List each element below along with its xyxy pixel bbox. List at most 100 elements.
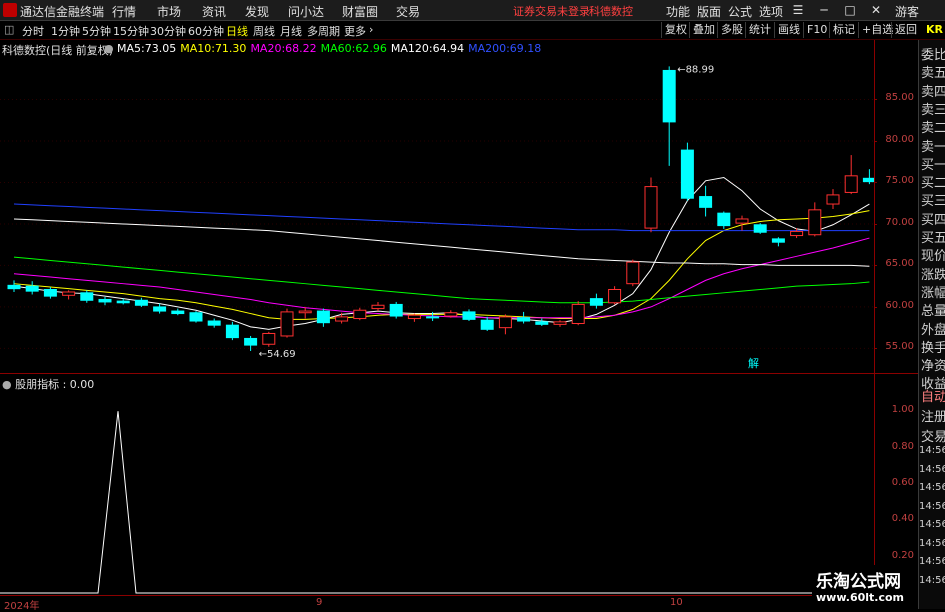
menu-item-function[interactable]: 功能 xyxy=(666,3,690,20)
candle[interactable] xyxy=(480,316,494,331)
tab-period-15min[interactable]: 15分钟 xyxy=(113,23,149,39)
candle[interactable] xyxy=(7,280,21,292)
tab-period-weekly[interactable]: 周线 xyxy=(253,23,275,39)
candle[interactable] xyxy=(371,301,385,312)
stats-button[interactable]: 统计 xyxy=(745,22,774,38)
sidebar-item[interactable]: 涨幅 xyxy=(921,282,945,301)
sidebar-item[interactable]: 总量 xyxy=(921,300,945,319)
sidebar-item[interactable]: 买二 xyxy=(921,172,945,191)
sidebar-item[interactable]: 交易 xyxy=(921,426,945,445)
tab-period-intraday[interactable]: 分时 xyxy=(22,23,44,39)
menu-item-trade[interactable]: 交易 xyxy=(396,3,420,20)
menu-item-layout[interactable]: 版面 xyxy=(697,3,721,20)
candle[interactable] xyxy=(244,335,258,351)
candle[interactable] xyxy=(608,286,622,305)
candle[interactable] xyxy=(225,321,239,341)
candle[interactable] xyxy=(680,142,694,201)
minimize-icon[interactable]: ─ xyxy=(816,2,832,18)
pane-divider[interactable] xyxy=(0,373,918,374)
candle[interactable] xyxy=(517,311,531,324)
candle[interactable] xyxy=(316,308,330,327)
mark-button[interactable]: 标记 xyxy=(829,22,858,38)
candle[interactable] xyxy=(826,189,840,210)
sidebar-item[interactable]: 自动 xyxy=(921,386,945,405)
toolbar-extra[interactable]: KR xyxy=(926,23,943,36)
sidebar-item[interactable]: 涨跌 xyxy=(921,264,945,283)
candle[interactable] xyxy=(717,211,731,229)
candle[interactable] xyxy=(535,318,549,327)
sidebar-item[interactable]: 买三 xyxy=(921,190,945,209)
back-button[interactable]: 返回 xyxy=(891,22,920,38)
chevron-right-icon[interactable]: › xyxy=(369,23,373,36)
sidebar-item[interactable]: 买五 xyxy=(921,227,945,246)
candle[interactable] xyxy=(808,202,822,237)
candle[interactable] xyxy=(389,301,403,319)
candle[interactable] xyxy=(553,320,567,327)
candle[interactable] xyxy=(43,287,57,299)
tab-period-1min[interactable]: 1分钟 xyxy=(51,23,80,39)
unlock-tag[interactable]: 解 xyxy=(748,356,759,370)
candle[interactable] xyxy=(62,290,76,300)
candle[interactable] xyxy=(171,308,185,316)
tab-period-more[interactable]: 更多 xyxy=(344,23,366,39)
overlay-button[interactable]: 叠加 xyxy=(689,22,718,38)
sidebar-item[interactable]: 卖二 xyxy=(921,117,945,136)
tab-period-30min[interactable]: 30分钟 xyxy=(150,23,186,39)
sidebar-item[interactable]: 卖一 xyxy=(921,136,945,155)
sidebar-item[interactable]: 卖三 xyxy=(921,99,945,118)
menu-item-news[interactable]: 资讯 xyxy=(202,3,226,20)
menu-item-options[interactable]: 选项 xyxy=(759,3,783,20)
menu-icon[interactable]: ☰ xyxy=(790,2,806,18)
candle[interactable] xyxy=(262,331,276,347)
login-warning[interactable]: 证券交易未登录 xyxy=(513,3,590,19)
candle[interactable] xyxy=(844,155,858,195)
menu-item-markets[interactable]: 市场 xyxy=(157,3,181,20)
candle[interactable] xyxy=(862,169,874,185)
candle[interactable] xyxy=(298,306,312,319)
sidebar-item[interactable]: 卖四 xyxy=(921,81,945,100)
toolbar-collapse-icon[interactable]: ◫ xyxy=(4,23,14,36)
candle[interactable] xyxy=(662,66,676,166)
guest-label[interactable]: 游客 xyxy=(895,3,919,20)
adjust-button[interactable]: 复权 xyxy=(661,22,690,38)
candle[interactable] xyxy=(207,318,221,328)
indicator-chart[interactable] xyxy=(0,375,874,595)
draw-line-button[interactable]: 画线 xyxy=(774,22,803,38)
candle[interactable] xyxy=(80,290,94,303)
menu-item-discover[interactable]: 发现 xyxy=(245,3,269,20)
candle[interactable] xyxy=(98,296,112,306)
sidebar-item[interactable]: 外盘 xyxy=(921,319,945,338)
candle[interactable] xyxy=(280,308,294,338)
candle[interactable] xyxy=(462,309,476,322)
tab-period-multi[interactable]: 多周期 xyxy=(307,23,340,39)
tab-period-daily[interactable]: 日线 xyxy=(226,23,248,39)
candle[interactable] xyxy=(134,297,148,307)
candle[interactable] xyxy=(571,301,585,326)
sidebar-item[interactable]: 委比 xyxy=(921,44,945,63)
tab-period-5min[interactable]: 5分钟 xyxy=(82,23,111,39)
tab-period-60min[interactable]: 60分钟 xyxy=(188,23,224,39)
sidebar-item[interactable]: 买一 xyxy=(921,154,945,173)
candle[interactable] xyxy=(771,237,785,247)
candle[interactable] xyxy=(699,185,713,217)
candle[interactable] xyxy=(153,303,167,314)
candle[interactable] xyxy=(407,313,421,322)
candle[interactable] xyxy=(353,307,367,321)
sidebar-item[interactable]: 换手 xyxy=(921,337,945,356)
multi-stock-button[interactable]: 多股 xyxy=(717,22,746,38)
sidebar-item[interactable]: 净资 xyxy=(921,355,945,374)
candle[interactable] xyxy=(25,281,39,295)
f10-button[interactable]: F10 xyxy=(803,22,830,38)
sidebar-item[interactable]: 现价 xyxy=(921,245,945,264)
menu-item-market[interactable]: 行情 xyxy=(112,3,136,20)
menu-item-wealth[interactable]: 财富圈 xyxy=(342,3,378,20)
candle[interactable] xyxy=(753,223,767,234)
close-icon[interactable]: ✕ xyxy=(868,2,884,18)
tab-period-monthly[interactable]: 月线 xyxy=(280,23,302,39)
menu-item-formula[interactable]: 公式 xyxy=(728,3,752,20)
maximize-icon[interactable]: □ xyxy=(842,2,858,18)
candle[interactable] xyxy=(498,314,512,335)
candle[interactable] xyxy=(189,311,203,323)
candle[interactable] xyxy=(589,293,603,309)
sidebar-item[interactable]: 注册 xyxy=(921,406,945,425)
